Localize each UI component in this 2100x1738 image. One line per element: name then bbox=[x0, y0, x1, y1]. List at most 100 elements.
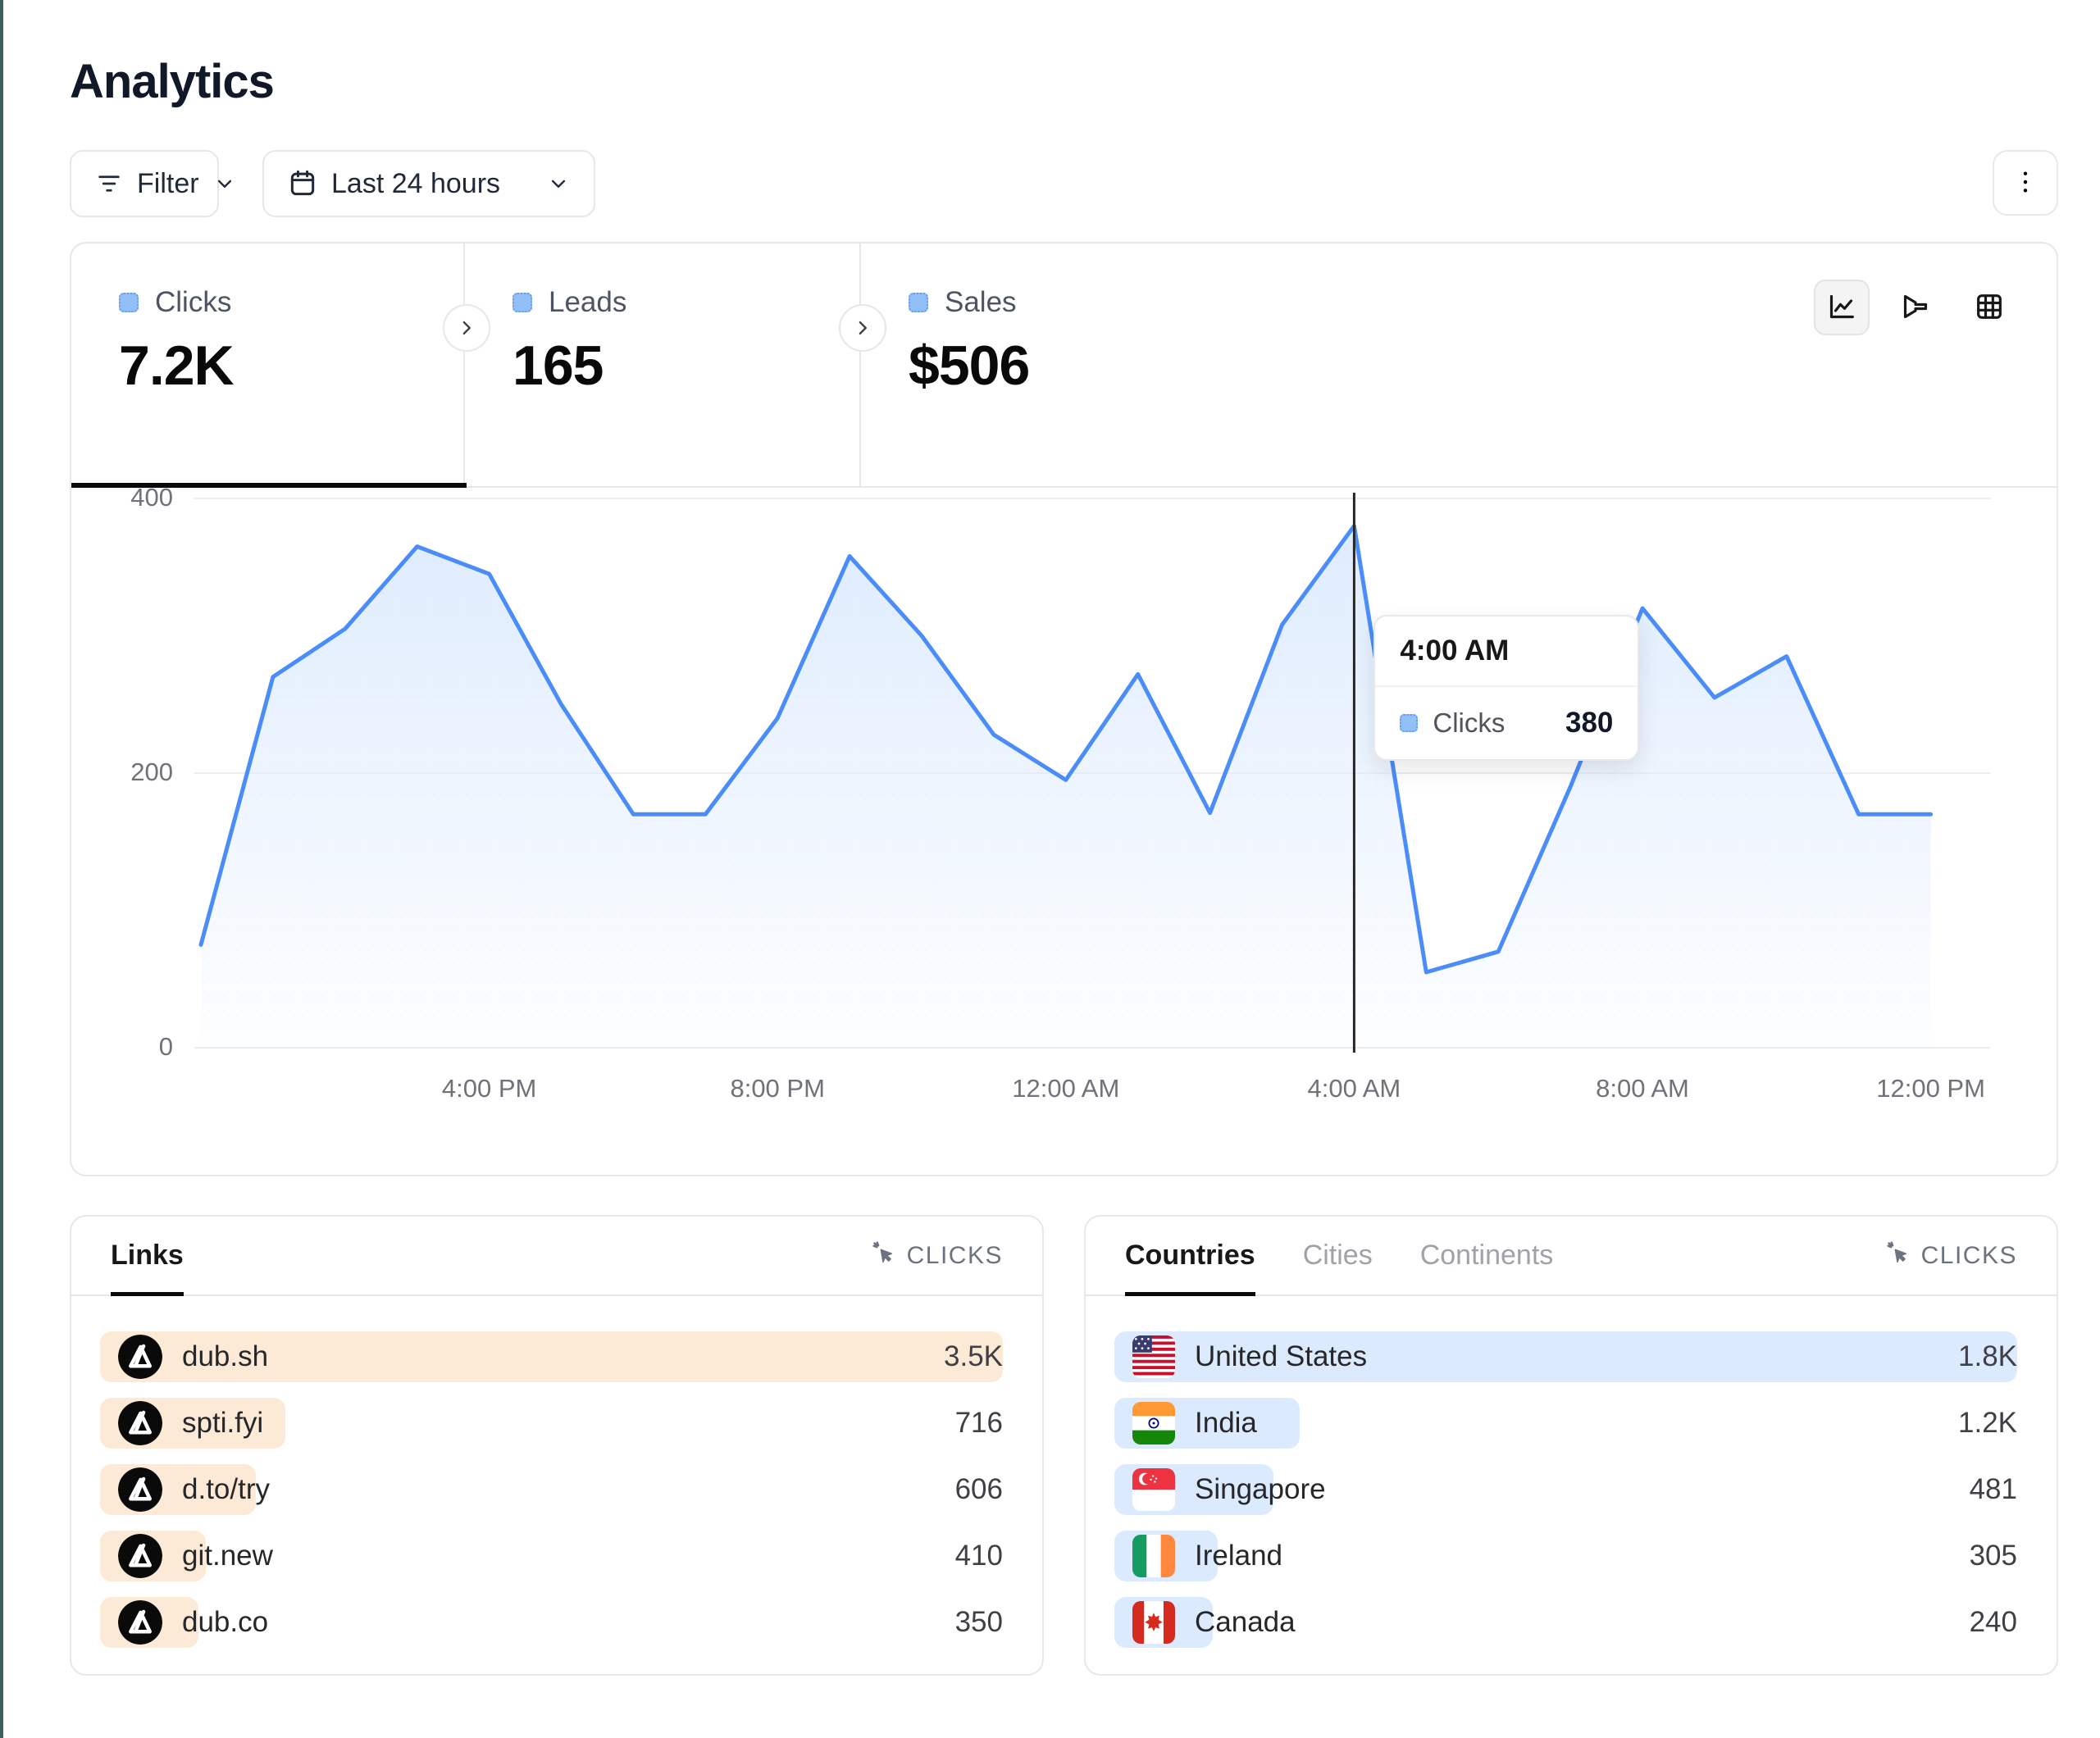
page-title: Analytics bbox=[70, 54, 274, 109]
cursor-click-icon bbox=[871, 1240, 897, 1272]
panel-header: Links CLICKS bbox=[71, 1217, 1042, 1296]
chevron-down-icon bbox=[212, 171, 237, 196]
item-name: Canada bbox=[1195, 1606, 1296, 1639]
flag-icon-in bbox=[1132, 1402, 1175, 1445]
stats-tabs: Clicks 7.2K Leads 165 Sales $506 bbox=[71, 243, 2057, 488]
window-edge-strip bbox=[0, 0, 3, 1738]
item-value: 305 bbox=[1970, 1531, 2017, 1581]
item-value: 606 bbox=[955, 1464, 1003, 1515]
metric-selector[interactable]: CLICKS bbox=[871, 1240, 1003, 1272]
flag-icon-ca bbox=[1132, 1601, 1175, 1644]
item-name: spti.fyi bbox=[182, 1407, 263, 1440]
item-name: Singapore bbox=[1195, 1473, 1326, 1506]
list-item[interactable]: d.to/try 606 bbox=[100, 1464, 1003, 1515]
item-name: d.to/try bbox=[182, 1473, 270, 1506]
list-item[interactable]: Canada 240 bbox=[1114, 1597, 2017, 1648]
y-axis-tick: 200 bbox=[83, 758, 173, 787]
panel-header: Countries Cities Continents CLICKS bbox=[1086, 1217, 2057, 1296]
sales-legend-icon bbox=[909, 293, 928, 312]
breakdown-panels: Links CLICKS dub.sh 3.5K spti.fyi 716 d.… bbox=[70, 1215, 2058, 1676]
tab-cities[interactable]: Cities bbox=[1303, 1217, 1373, 1294]
item-value: 410 bbox=[955, 1531, 1003, 1581]
x-axis-tick: 4:00 AM bbox=[1308, 1074, 1401, 1103]
tooltip-series-label: Clicks bbox=[1433, 707, 1505, 739]
filter-icon bbox=[94, 169, 124, 198]
stat-tab-clicks[interactable]: Clicks 7.2K bbox=[71, 243, 465, 486]
tab-continents[interactable]: Continents bbox=[1420, 1217, 1554, 1294]
stat-tab-leads[interactable]: Leads 165 bbox=[465, 243, 861, 486]
chart-line-icon bbox=[1825, 290, 1858, 325]
item-value: 350 bbox=[955, 1597, 1003, 1648]
item-value: 1.2K bbox=[1958, 1398, 2017, 1449]
stat-value: 7.2K bbox=[119, 334, 463, 398]
flag-icon-sg bbox=[1132, 1468, 1175, 1511]
expand-stat-button[interactable] bbox=[443, 304, 490, 352]
flag-icon-us bbox=[1132, 1335, 1175, 1378]
links-panel: Links CLICKS dub.sh 3.5K spti.fyi 716 d.… bbox=[70, 1215, 1044, 1676]
stat-label: Leads bbox=[549, 286, 626, 319]
metric-selector[interactable]: CLICKS bbox=[1885, 1240, 2017, 1272]
date-range-button[interactable]: Last 24 hours bbox=[262, 150, 595, 217]
more-options-button[interactable] bbox=[1993, 150, 2058, 216]
item-value: 3.5K bbox=[944, 1331, 1003, 1382]
dub-favicon-icon bbox=[118, 1335, 162, 1379]
tab-links[interactable]: Links bbox=[111, 1217, 184, 1294]
filter-button[interactable]: Filter bbox=[70, 150, 219, 217]
tooltip-time: 4:00 AM bbox=[1375, 616, 1638, 687]
list-item[interactable]: Ireland 305 bbox=[1114, 1531, 2017, 1581]
list-item[interactable]: India 1.2K bbox=[1114, 1398, 2017, 1449]
metric-label: CLICKS bbox=[1921, 1242, 2017, 1270]
item-name: India bbox=[1195, 1407, 1257, 1440]
dub-favicon-icon bbox=[118, 1401, 162, 1445]
line-chart-button[interactable] bbox=[1814, 280, 1870, 335]
list-item[interactable]: Singapore 481 bbox=[1114, 1464, 2017, 1515]
item-value: 240 bbox=[1970, 1597, 2017, 1648]
y-axis-tick: 0 bbox=[83, 1032, 173, 1062]
stat-label: Sales bbox=[945, 286, 1017, 319]
dub-favicon-icon bbox=[118, 1467, 162, 1512]
funnel-chart-icon bbox=[1899, 290, 1932, 325]
chart-tooltip: 4:00 AM Clicks 380 bbox=[1373, 615, 1639, 761]
item-value: 716 bbox=[955, 1398, 1003, 1449]
dub-favicon-icon bbox=[118, 1534, 162, 1578]
leads-legend-icon bbox=[512, 293, 532, 312]
x-axis-tick: 8:00 AM bbox=[1596, 1074, 1689, 1103]
toolbar: Filter Last 24 hours bbox=[70, 150, 2058, 217]
funnel-chart-button[interactable] bbox=[1888, 280, 1943, 335]
list-item[interactable]: git.new 410 bbox=[100, 1531, 1003, 1581]
list-item[interactable]: spti.fyi 716 bbox=[100, 1398, 1003, 1449]
stat-value: $506 bbox=[909, 334, 2057, 398]
list-item[interactable]: dub.co 350 bbox=[100, 1597, 1003, 1648]
cursor-click-icon bbox=[1885, 1240, 1911, 1272]
calendar-icon bbox=[287, 168, 318, 199]
x-axis-tick: 4:00 PM bbox=[442, 1074, 536, 1103]
chevron-down-icon bbox=[546, 171, 571, 196]
filter-button-label: Filter bbox=[137, 168, 199, 200]
item-name: git.new bbox=[182, 1540, 273, 1572]
clicks-legend-icon bbox=[119, 293, 139, 312]
item-value: 481 bbox=[1970, 1464, 2017, 1515]
links-list: dub.sh 3.5K spti.fyi 716 d.to/try 606 gi… bbox=[100, 1331, 1003, 1663]
clicks-area-chart bbox=[194, 489, 1990, 1055]
flag-icon-ie bbox=[1132, 1535, 1175, 1577]
grid-icon bbox=[1973, 290, 2006, 325]
x-axis-tick: 8:00 PM bbox=[730, 1074, 824, 1103]
tooltip-value: 380 bbox=[1565, 707, 1613, 739]
tab-countries[interactable]: Countries bbox=[1125, 1217, 1255, 1294]
locations-panel: Countries Cities Continents CLICKS United … bbox=[1084, 1215, 2058, 1676]
list-item[interactable]: United States 1.8K bbox=[1114, 1331, 2017, 1382]
expand-stat-button[interactable] bbox=[839, 304, 886, 352]
date-range-label: Last 24 hours bbox=[331, 168, 500, 200]
kebab-menu-icon bbox=[2010, 166, 2041, 200]
list-item[interactable]: dub.sh 3.5K bbox=[100, 1331, 1003, 1382]
active-tab-underline bbox=[71, 483, 467, 488]
analytics-chart-card: Clicks 7.2K Leads 165 Sales $506 bbox=[70, 242, 2058, 1176]
x-axis-tick: 12:00 PM bbox=[1876, 1074, 1985, 1103]
stat-label: Clicks bbox=[155, 286, 231, 319]
chart-view-switcher bbox=[1814, 280, 2017, 335]
table-view-button[interactable] bbox=[1961, 280, 2017, 335]
clicks-chart[interactable]: 4:00 AM Clicks 380 02004004:00 PM8:00 PM… bbox=[71, 488, 2057, 1175]
item-name: dub.sh bbox=[182, 1340, 268, 1373]
dub-favicon-icon bbox=[118, 1600, 162, 1645]
analytics-page: Analytics Filter Last 24 hours Clicks 7.… bbox=[0, 0, 2100, 1738]
